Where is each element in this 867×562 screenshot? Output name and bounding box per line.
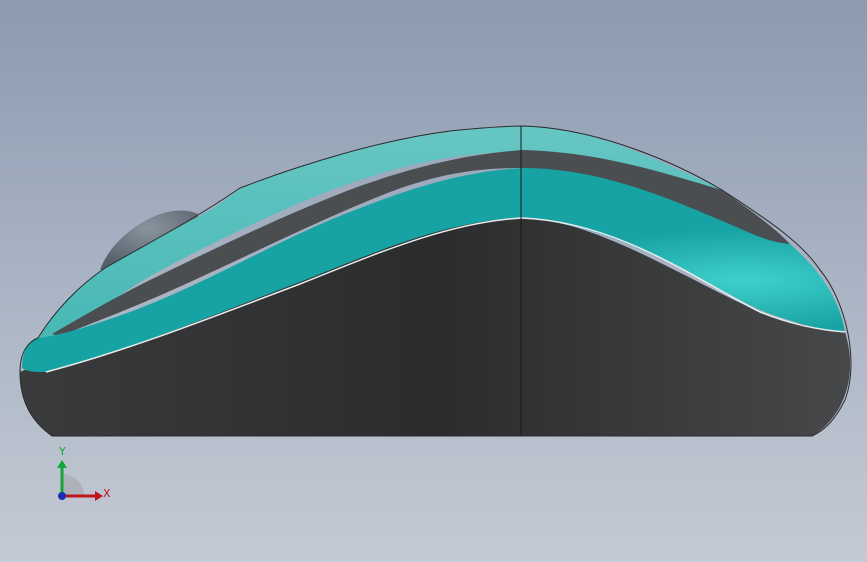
triad-quarter-disc — [62, 474, 84, 496]
coordinate-triad: X Y — [40, 438, 120, 510]
y-axis-arrow — [57, 460, 67, 468]
y-axis-label: Y — [58, 445, 66, 458]
x-axis-arrow — [95, 491, 103, 501]
x-axis-label: X — [103, 487, 111, 500]
3d-viewport[interactable]: X Y — [0, 0, 867, 562]
mouse-model[interactable] — [0, 0, 867, 562]
z-axis-dot — [58, 492, 66, 500]
